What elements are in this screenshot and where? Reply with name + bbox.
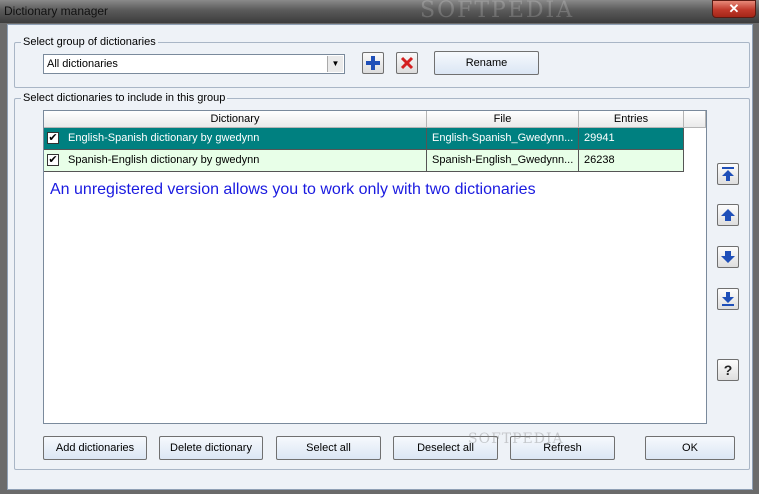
row-checkbox[interactable]: ✔: [47, 154, 59, 166]
move-to-bottom-button[interactable]: [717, 288, 739, 310]
arrow-up-icon: [721, 209, 735, 221]
group-select-value: All dictionaries: [47, 58, 118, 70]
delete-x-icon: [400, 56, 414, 70]
arrow-down-icon: [721, 251, 735, 263]
dictionary-name: English-Spanish dictionary by gwedynn: [68, 132, 260, 144]
dictionary-name: Spanish-English dictionary by gwedynn: [68, 154, 260, 166]
delete-group-button[interactable]: [396, 52, 418, 74]
bottom-watermark: SOFTPEDIA: [468, 431, 564, 447]
entries-cell: 26238: [579, 150, 684, 172]
chevron-down-icon[interactable]: ▼: [327, 56, 343, 72]
dictionary-cell: ✔ Spanish-English dictionary by gwedynn: [44, 150, 427, 172]
move-bottom-icon: [722, 292, 734, 306]
title-watermark: SOFTPEDIA: [420, 0, 575, 23]
add-group-button[interactable]: [362, 52, 384, 74]
select-all-button[interactable]: Select all: [276, 436, 381, 460]
plus-icon: [366, 56, 380, 70]
group-legend: Select group of dictionaries: [23, 36, 156, 48]
move-down-button[interactable]: [717, 246, 739, 268]
table-row[interactable]: ✔ Spanish-English dictionary by gwedynn …: [44, 150, 684, 172]
help-icon: ?: [723, 362, 733, 378]
column-header-dictionary[interactable]: Dictionary: [44, 111, 427, 128]
unregistered-notice: An unregistered version allows you to wo…: [50, 181, 536, 198]
close-icon: ✕: [728, 1, 740, 16]
dictionary-grid: Dictionary File Entries ✔ English-Spanis…: [43, 110, 707, 424]
table-row[interactable]: ✔ English-Spanish dictionary by gwedynn …: [44, 128, 684, 150]
file-cell: English-Spanish_Gwedynn...: [427, 128, 579, 150]
ok-button[interactable]: OK: [645, 436, 735, 460]
move-to-top-button[interactable]: [717, 163, 739, 185]
include-legend: Select dictionaries to include in this g…: [23, 92, 226, 104]
add-dictionaries-button[interactable]: Add dictionaries: [43, 436, 147, 460]
title-bar: SOFTPEDIA Dictionary manager ✕: [0, 0, 759, 23]
file-cell: Spanish-English_Gwedynn...: [427, 150, 579, 172]
help-button[interactable]: ?: [717, 359, 739, 381]
column-header-file[interactable]: File: [427, 111, 579, 128]
window-title: Dictionary manager: [4, 4, 109, 18]
move-top-icon: [722, 167, 734, 181]
close-button[interactable]: ✕: [712, 0, 756, 18]
move-up-button[interactable]: [717, 204, 739, 226]
group-select[interactable]: All dictionaries ▼: [43, 54, 345, 74]
column-header-filler: [684, 111, 706, 128]
entries-cell: 29941: [579, 128, 684, 150]
delete-dictionary-button[interactable]: Delete dictionary: [159, 436, 263, 460]
dictionary-cell: ✔ English-Spanish dictionary by gwedynn: [44, 128, 427, 150]
column-header-entries[interactable]: Entries: [579, 111, 684, 128]
rename-button[interactable]: Rename: [434, 51, 539, 75]
row-checkbox[interactable]: ✔: [47, 132, 59, 144]
